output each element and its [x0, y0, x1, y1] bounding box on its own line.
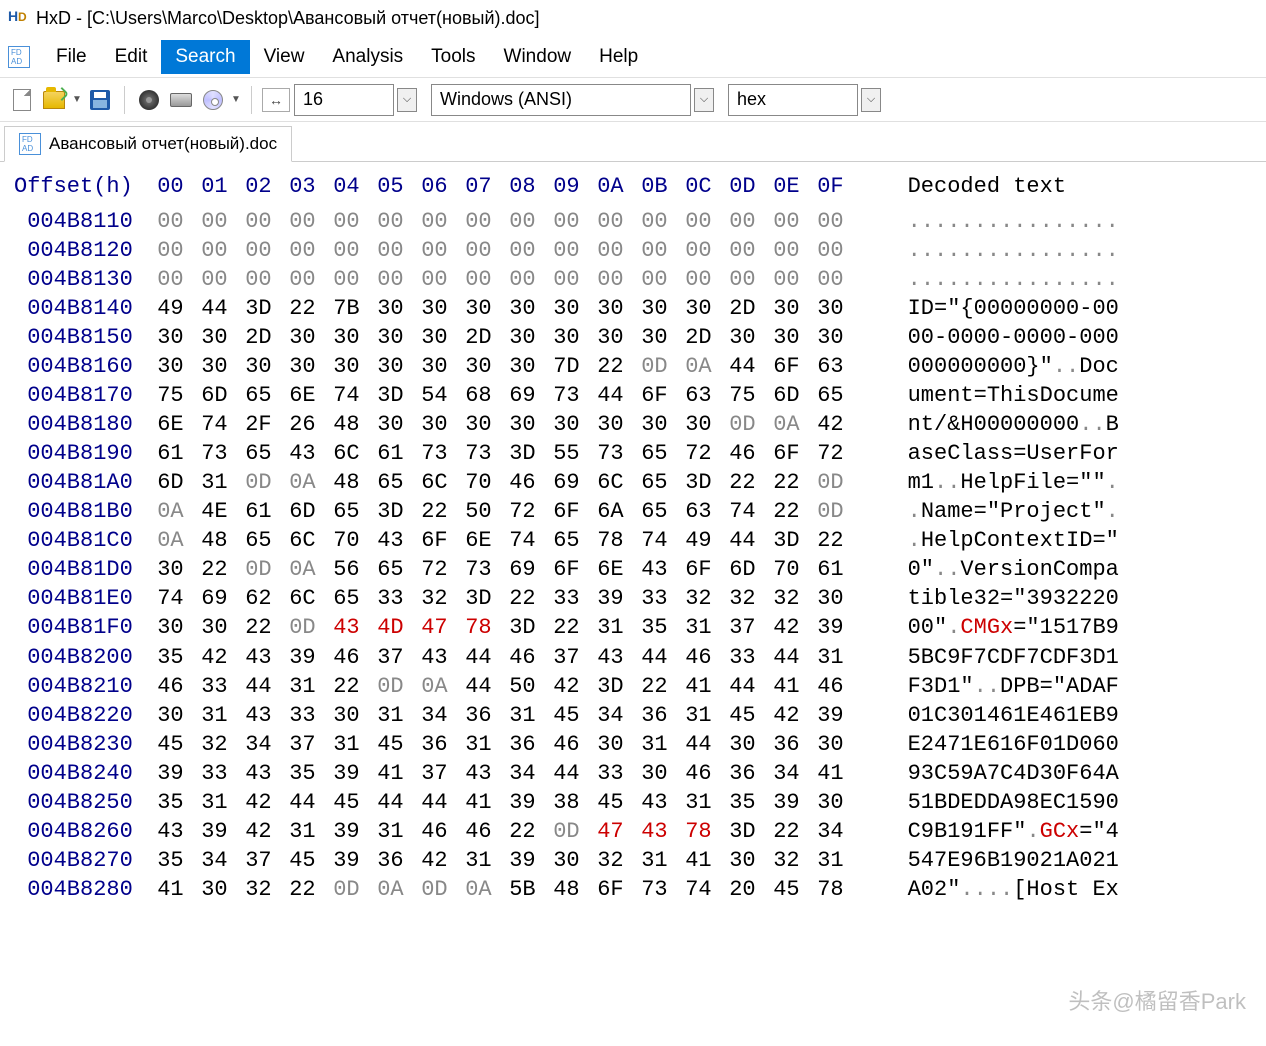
base-select[interactable]: hex	[728, 84, 858, 116]
open-disk-button[interactable]	[167, 86, 195, 114]
menu-help[interactable]: Help	[585, 40, 652, 74]
base-dropdown[interactable]: ⌵	[861, 88, 881, 112]
open-file-button[interactable]	[40, 86, 68, 114]
save-icon	[90, 90, 110, 110]
encoding-select[interactable]: Windows (ANSI)	[431, 84, 691, 116]
save-button[interactable]	[86, 86, 114, 114]
tab-label: Авансовый отчет(новый).doc	[49, 134, 277, 154]
image-dropdown[interactable]: ▼	[231, 94, 241, 105]
titlebar: HxD - [C:\Users\Marco\Desktop\Авансовый …	[0, 0, 1266, 36]
base-value: hex	[737, 89, 766, 110]
nav-arrows[interactable]: ↔	[262, 88, 290, 112]
new-file-icon	[13, 89, 31, 111]
bytewidth-dropdown[interactable]: ⌵	[397, 88, 417, 112]
separator	[124, 86, 125, 114]
menu-window[interactable]: Window	[490, 40, 586, 74]
drive-icon	[170, 93, 192, 107]
open-dropdown[interactable]: ▼	[72, 94, 82, 105]
disc-icon	[203, 90, 223, 110]
menu-analysis[interactable]: Analysis	[318, 40, 417, 74]
menubar: File Edit Search View Analysis Tools Win…	[0, 36, 1266, 78]
document-tab[interactable]: Авансовый отчет(новый).doc	[4, 126, 292, 162]
menu-file[interactable]: File	[42, 40, 101, 74]
new-file-button[interactable]	[8, 86, 36, 114]
menu-tools[interactable]: Tools	[417, 40, 489, 74]
toolbar: ▼ ▼ ↔ ⌵ Windows (ANSI) ⌵ hex ⌵	[0, 78, 1266, 122]
app-icon	[8, 8, 28, 28]
bytewidth-input[interactable]	[294, 84, 394, 116]
open-image-button[interactable]	[199, 86, 227, 114]
menu-view[interactable]: View	[250, 40, 319, 74]
open-folder-icon	[43, 91, 65, 109]
menu-search[interactable]: Search	[161, 40, 249, 74]
window-title: HxD - [C:\Users\Marco\Desktop\Авансовый …	[36, 8, 540, 29]
tabbar: Авансовый отчет(новый).doc	[0, 122, 1266, 162]
separator	[251, 86, 252, 114]
arrow-left-icon: ↔	[269, 92, 283, 108]
file-type-icon	[19, 133, 41, 155]
ram-icon	[139, 90, 159, 110]
encoding-dropdown[interactable]: ⌵	[694, 88, 714, 112]
encoding-value: Windows (ANSI)	[440, 89, 572, 110]
watermark: 头条@橘留香Park	[1068, 984, 1246, 1016]
open-ram-button[interactable]	[135, 86, 163, 114]
file-type-icon	[8, 46, 30, 68]
menu-edit[interactable]: Edit	[101, 40, 162, 74]
hex-editor[interactable]: Offset(h) 000102030405060708090A0B0C0D0E…	[0, 162, 1266, 914]
